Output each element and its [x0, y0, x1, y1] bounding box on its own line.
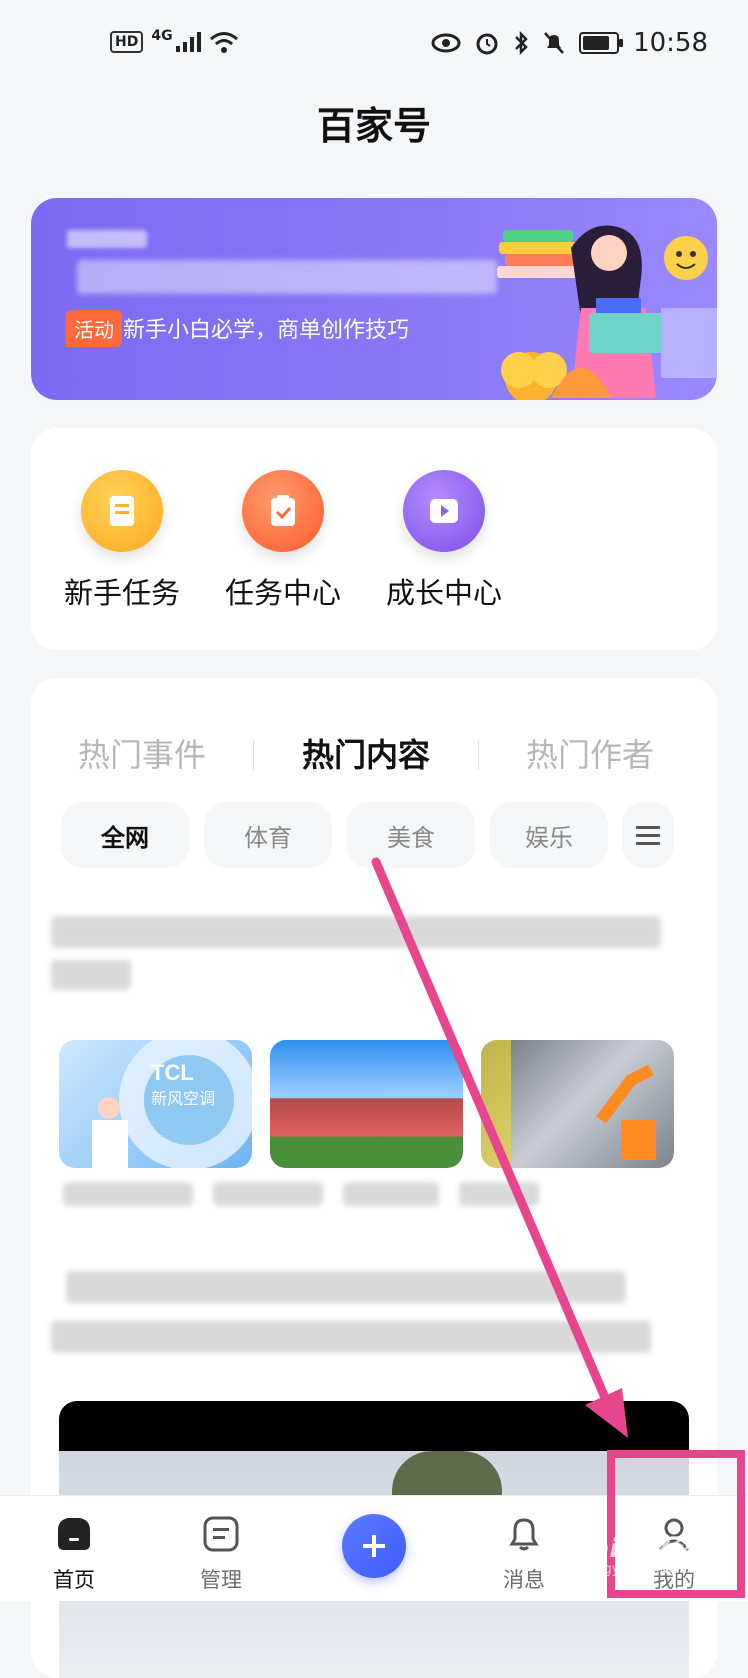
- watermark-url: jingyan.baidu.com: [588, 1562, 708, 1577]
- battery-icon: [579, 32, 624, 54]
- eye-icon: [431, 33, 461, 53]
- article-title-blurred-2: [51, 960, 131, 990]
- manage-icon: [203, 1516, 239, 1552]
- status-bar: HD 4G 10:58: [0, 0, 748, 90]
- article-thumbnail-1[interactable]: TCL 新风空调: [59, 1040, 252, 1168]
- nav-label: 首页: [53, 1568, 95, 1592]
- nav-label: 管理: [200, 1568, 242, 1592]
- more-categories-button[interactable]: [622, 802, 674, 868]
- status-left: HD 4G: [110, 28, 239, 54]
- tab-hot-events[interactable]: 热门事件: [78, 730, 206, 776]
- tab-hot-content[interactable]: 热门内容: [302, 730, 430, 776]
- hd-badge: HD: [110, 31, 144, 53]
- page-title: 百家号: [316, 104, 431, 148]
- svg-text:TCL: TCL: [151, 1060, 194, 1085]
- plus-icon: [363, 1535, 385, 1557]
- content-tabs: 热门事件 热门内容 热门作者: [31, 730, 717, 780]
- article2-title-blurred[interactable]: [66, 1271, 626, 1303]
- chip-sports[interactable]: 体育: [204, 802, 332, 868]
- wifi-icon: [209, 32, 238, 53]
- article-meta-blurred: [63, 1182, 193, 1206]
- banner-title-blurred: [67, 230, 147, 248]
- article-meta-blurred-2: [213, 1182, 323, 1206]
- article-thumbnail-2[interactable]: [270, 1040, 463, 1168]
- svg-text:新风空调: 新风空调: [151, 1090, 215, 1108]
- promo-banner[interactable]: 活动 新手小白必学，商单创作技巧: [31, 198, 717, 400]
- publish-button[interactable]: [342, 1514, 406, 1578]
- banner-subtitle: 新手小白必学，商单创作技巧: [123, 318, 410, 343]
- bluetooth-icon: [515, 31, 528, 55]
- article-meta-blurred-4: [459, 1182, 539, 1206]
- play-icon: [403, 470, 485, 552]
- quick-item-newbie-task[interactable]: 新手任务: [47, 470, 197, 612]
- nav-messages[interactable]: 消息: [474, 1514, 574, 1594]
- banner-heading-blurred: [77, 260, 497, 294]
- banner-illustration-icon: [497, 225, 717, 400]
- watermark-logo: Baidu经验: [572, 1534, 708, 1564]
- article-title-blurred[interactable]: [51, 916, 661, 948]
- tab-hot-authors[interactable]: 热门作者: [526, 730, 654, 776]
- quick-item-label: 成长中心: [385, 576, 502, 610]
- nav-label: 消息: [503, 1568, 545, 1592]
- clock: 10:58: [633, 28, 708, 58]
- chip-food[interactable]: 美食: [347, 802, 475, 868]
- quick-item-label: 新手任务: [63, 576, 180, 610]
- quick-item-growth-center[interactable]: 成长中心: [369, 470, 519, 612]
- signal-icon: [175, 32, 201, 52]
- status-right: 10:58: [431, 28, 708, 58]
- chip-all[interactable]: 全网: [61, 802, 189, 868]
- alarm-icon: [476, 33, 498, 55]
- document-icon: [81, 470, 163, 552]
- article2-title-blurred-2: [51, 1321, 651, 1353]
- article-thumbnail-3[interactable]: [481, 1040, 674, 1168]
- bell-icon: [509, 1518, 539, 1551]
- mute-icon: [544, 32, 564, 54]
- quick-access-card: 新手任务 任务中心 成长中心: [31, 428, 717, 650]
- nav-manage[interactable]: 管理: [171, 1514, 271, 1594]
- network-type: 4G: [151, 28, 173, 44]
- clipboard-check-icon: [242, 470, 324, 552]
- menu-icon: [636, 826, 660, 845]
- quick-item-task-center[interactable]: 任务中心: [208, 470, 358, 612]
- chip-entertainment[interactable]: 娱乐: [490, 802, 608, 868]
- home-icon: [58, 1518, 90, 1550]
- nav-home[interactable]: 首页: [24, 1514, 124, 1594]
- quick-item-label: 任务中心: [224, 576, 341, 610]
- activity-tag: 活动: [66, 310, 122, 347]
- article-meta-blurred-3: [343, 1182, 439, 1206]
